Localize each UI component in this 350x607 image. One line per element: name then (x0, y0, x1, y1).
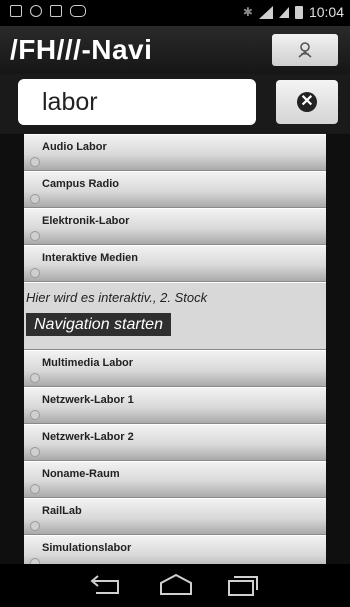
gamepad-icon (70, 5, 86, 17)
list-item-label: Campus Radio (42, 178, 120, 190)
room-description: Hier wird es interaktiv., 2. Stock (26, 290, 208, 305)
list-item-label: Simulationslabor (42, 542, 132, 554)
item-bullet-icon (30, 410, 40, 420)
battery-icon (294, 5, 303, 19)
home-icon[interactable] (157, 573, 195, 597)
signal-icon (278, 6, 289, 18)
notification-icon (10, 5, 22, 17)
item-bullet-icon (30, 268, 40, 278)
list-item[interactable]: RailLab (24, 498, 326, 535)
clear-search-button[interactable]: ✕ (276, 80, 338, 124)
list-item[interactable]: Interaktive Medien (24, 245, 326, 282)
status-time: 10:04 (308, 4, 344, 20)
recent-apps-icon[interactable] (225, 573, 261, 597)
list-item-label: Noname-Raum (42, 468, 120, 480)
app-title: /FH///-Navi (10, 34, 153, 65)
clear-icon: ✕ (297, 92, 317, 112)
image-icon (50, 5, 62, 17)
list-item[interactable]: Netzwerk-Labor 1 (24, 387, 326, 424)
list-item-label: Netzwerk-Labor 2 (42, 431, 134, 443)
system-nav-bar (0, 564, 350, 607)
start-navigation-button[interactable]: Navigation starten (26, 313, 171, 336)
item-bullet-icon (30, 447, 40, 457)
item-bullet-icon (30, 231, 40, 241)
wifi-icon (258, 5, 273, 19)
list-item-label: Netzwerk-Labor 1 (42, 394, 134, 406)
room-list-container: Audio Labor Campus Radio Elektronik-Labo… (0, 134, 350, 564)
list-item-label: Elektronik-Labor (42, 215, 130, 227)
call-icon (30, 5, 42, 17)
list-item[interactable]: Noname-Raum (24, 461, 326, 498)
list-item[interactable]: Elektronik-Labor (24, 208, 326, 245)
bluetooth-icon: ✱ (242, 5, 253, 19)
list-item-label: Interaktive Medien (42, 252, 138, 264)
list-item[interactable]: Netzwerk-Labor 2 (24, 424, 326, 461)
list-item[interactable]: Audio Labor (24, 134, 326, 171)
room-list: Audio Labor Campus Radio Elektronik-Labo… (24, 134, 326, 564)
room-detail-panel: Hier wird es interaktiv., 2. Stock Navig… (24, 282, 326, 350)
status-bar-right-icons: ✱ 10:04 (243, 4, 344, 20)
status-bar: ✱ 10:04 (0, 0, 350, 26)
search-row: labor ✕ (0, 74, 350, 134)
item-bullet-icon (30, 521, 40, 531)
item-bullet-icon (30, 157, 40, 167)
list-item-label: Multimedia Labor (42, 357, 134, 369)
search-input[interactable]: labor (18, 79, 256, 125)
item-bullet-icon (30, 373, 40, 383)
back-icon[interactable] (88, 573, 122, 597)
map-pin-icon (298, 42, 312, 58)
list-item[interactable]: Simulationslabor (24, 535, 326, 564)
list-item-label: Audio Labor (42, 141, 107, 153)
item-bullet-icon (30, 194, 40, 204)
item-bullet-icon (30, 484, 40, 494)
list-item[interactable]: Campus Radio (24, 171, 326, 208)
map-button[interactable] (272, 34, 338, 66)
list-item-label: RailLab (42, 505, 82, 517)
status-bar-left-icons (10, 5, 86, 17)
action-bar: /FH///-Navi (0, 26, 350, 74)
list-item[interactable]: Multimedia Labor (24, 350, 326, 387)
